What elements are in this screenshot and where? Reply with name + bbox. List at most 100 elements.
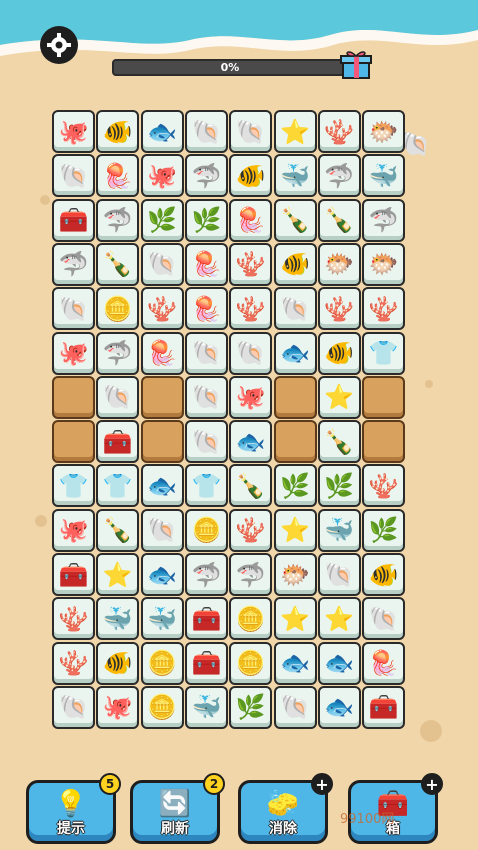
tile-starfish[interactable]: ⭐: [317, 597, 361, 641]
powerup-button[interactable]: 💡 提示 5: [26, 773, 121, 844]
tile-seaweed[interactable]: 🌿: [184, 198, 228, 242]
tile-seaweed[interactable]: 🌿: [317, 464, 361, 508]
tile-shark[interactable]: 🦈: [96, 198, 140, 242]
tile-octopus[interactable]: 🐙: [52, 331, 95, 375]
tile-seaweed[interactable]: 🌿: [362, 508, 406, 552]
tile-shark[interactable]: 🦈: [229, 553, 273, 596]
tile-coins[interactable]: 🪙: [96, 287, 140, 331]
tile-coins[interactable]: 🪙: [229, 597, 273, 641]
tile-bottle[interactable]: 🍾: [96, 242, 140, 286]
tile-coral-blue[interactable]: 🪸: [52, 641, 95, 685]
tile-shell-purple[interactable]: 🐚: [229, 110, 273, 153]
tile-clownfish[interactable]: 🐠: [362, 553, 406, 596]
tile-fish-yellow[interactable]: 🐟: [317, 641, 361, 685]
tile-scallop[interactable]: 🐚: [273, 287, 317, 331]
tile-coral-blue[interactable]: 🪸: [317, 110, 361, 153]
tile-fish-yellow[interactable]: 🐟: [140, 464, 184, 508]
tile-jellyfish[interactable]: 🪼: [184, 242, 228, 286]
tile-octopus[interactable]: 🐙: [52, 110, 95, 153]
tile-seaweed[interactable]: 🌿: [229, 685, 273, 729]
tile-coral-blue[interactable]: 🪸: [362, 464, 406, 508]
tile-coral-orange[interactable]: 🪸: [140, 287, 184, 331]
tile-clownfish[interactable]: 🐠: [96, 110, 140, 153]
tile-whale[interactable]: 🐳: [362, 154, 406, 198]
tile-clownfish[interactable]: 🐠: [317, 331, 361, 375]
tile-fish-yellow[interactable]: 🐟: [273, 331, 317, 375]
tile-starfish[interactable]: ⭐: [317, 375, 361, 419]
tile-stingray[interactable]: 🦈: [317, 154, 361, 198]
tile-conch[interactable]: 🐚: [184, 420, 228, 464]
tile-whale[interactable]: 🐳: [184, 685, 228, 729]
tile-jellyfish[interactable]: 🪼: [96, 154, 140, 198]
powerup-button[interactable]: 🔄 刷新 2: [130, 773, 225, 844]
tile-chest[interactable]: 🧰: [52, 553, 95, 596]
tile-octopus[interactable]: 🐙: [52, 508, 95, 552]
tile-coins[interactable]: 🪙: [140, 685, 184, 729]
powerup-button[interactable]: 🧽 消除 +: [238, 773, 333, 844]
tile-bottle[interactable]: 🍾: [273, 198, 317, 242]
tile-chest[interactable]: 🧰: [52, 198, 95, 242]
tile-stingray[interactable]: 🦈: [184, 154, 228, 198]
tile-conch[interactable]: 🐚: [140, 242, 184, 286]
tile-chest[interactable]: 🧰: [96, 420, 140, 464]
tile-coral-orange[interactable]: 🪸: [229, 242, 273, 286]
tile-whale[interactable]: 🐳: [317, 508, 361, 552]
tile-jellyfish[interactable]: 🪼: [184, 287, 228, 331]
tile-coral-blue[interactable]: 🪸: [362, 287, 406, 331]
tile-bottle[interactable]: 🍾: [229, 464, 273, 508]
tile-whale[interactable]: 🐳: [140, 597, 184, 641]
tile-coral-orange[interactable]: 🪸: [229, 287, 273, 331]
tile-starfish[interactable]: ⭐: [273, 597, 317, 641]
tile-scallop[interactable]: 🐚: [184, 331, 228, 375]
tile-conch[interactable]: 🐚: [317, 553, 361, 596]
tile-seaweed[interactable]: 🌿: [273, 464, 317, 508]
tile-angelfish[interactable]: 🐟: [140, 553, 184, 596]
tile-coins[interactable]: 🪙: [184, 508, 228, 552]
tile-angelfish[interactable]: 🐟: [229, 420, 273, 464]
tile-chest[interactable]: 🧰: [362, 685, 406, 729]
tile-conch[interactable]: 🐚: [52, 287, 95, 331]
tile-clownfish[interactable]: 🐠: [273, 242, 317, 286]
tile-scallop[interactable]: 🐚: [96, 375, 140, 419]
tile-pufferfish[interactable]: 🐡: [273, 553, 317, 596]
tile-starfish[interactable]: ⭐: [96, 553, 140, 596]
tile-stingray[interactable]: 🦈: [52, 242, 95, 286]
tile-octopus[interactable]: 🐙: [140, 154, 184, 198]
tile-wetsuit[interactable]: 👕: [184, 464, 228, 508]
tile-scallop[interactable]: 🐚: [140, 508, 184, 552]
tile-stingray[interactable]: 🦈: [362, 198, 406, 242]
tile-clownfish[interactable]: 🐠: [96, 641, 140, 685]
tile-pufferfish[interactable]: 🐡: [362, 110, 406, 153]
tile-bottle[interactable]: 🍾: [96, 508, 140, 552]
tile-shark[interactable]: 🦈: [96, 331, 140, 375]
tile-seaweed[interactable]: 🌿: [140, 198, 184, 242]
tile-jellyfish[interactable]: 🪼: [362, 641, 406, 685]
tile-fish-yellow[interactable]: 🐟: [273, 641, 317, 685]
tile-shark[interactable]: 🦈: [184, 553, 228, 596]
tile-shell-purple[interactable]: 🐚: [52, 685, 95, 729]
settings-button[interactable]: [40, 26, 78, 64]
tile-wetsuit[interactable]: 👕: [52, 464, 95, 508]
tile-wetsuit[interactable]: 👕: [362, 331, 406, 375]
tile-chest[interactable]: 🧰: [184, 641, 228, 685]
tile-angelfish[interactable]: 🐟: [317, 685, 361, 729]
tile-bottle[interactable]: 🍾: [317, 198, 361, 242]
tile-coins[interactable]: 🪙: [140, 641, 184, 685]
tile-whale[interactable]: 🐳: [273, 154, 317, 198]
tile-whale[interactable]: 🐳: [96, 597, 140, 641]
tile-jellyfish[interactable]: 🪼: [229, 198, 273, 242]
tile-angelfish[interactable]: 🐟: [140, 110, 184, 153]
tile-coral-blue[interactable]: 🪸: [52, 597, 95, 641]
tile-pufferfish[interactable]: 🐡: [317, 242, 361, 286]
tile-pufferfish[interactable]: 🐡: [362, 242, 406, 286]
tile-jellyfish[interactable]: 🪼: [140, 331, 184, 375]
tile-conch[interactable]: 🐚: [52, 154, 95, 198]
tile-conch[interactable]: 🐚: [184, 375, 228, 419]
tile-octopus[interactable]: 🐙: [229, 375, 273, 419]
tile-starfish[interactable]: ⭐: [273, 508, 317, 552]
tile-clownfish[interactable]: 🐠: [229, 154, 273, 198]
tile-shell-purple[interactable]: 🐚: [229, 331, 273, 375]
tile-wetsuit[interactable]: 👕: [96, 464, 140, 508]
tile-bottle[interactable]: 🍾: [317, 420, 361, 464]
tile-octopus[interactable]: 🐙: [96, 685, 140, 729]
